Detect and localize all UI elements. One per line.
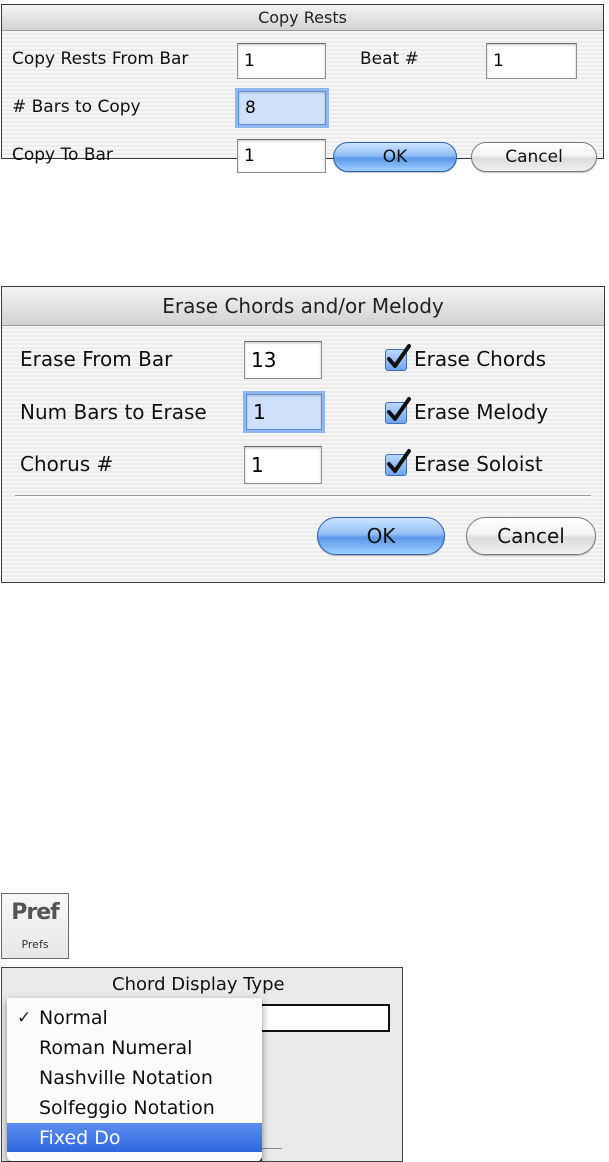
erase-chords-label[interactable]: Erase Chords: [414, 347, 546, 371]
beat-field[interactable]: 1: [486, 43, 577, 79]
menu-item-label: Solfeggio Notation: [39, 1096, 215, 1119]
chorus-label: Chorus #: [20, 452, 114, 476]
menu-item-roman-numeral[interactable]: Roman Numeral: [7, 1033, 262, 1062]
checkmark-icon: [387, 449, 411, 473]
erase-dialog: Erase Chords and/or Melody Erase From Ba…: [1, 286, 605, 583]
chord-display-panel: Chord Display Type ✓ Normal Roman Numera…: [1, 967, 403, 1162]
erase-soloist-checkbox[interactable]: [385, 449, 411, 476]
menu-item-label: Nashville Notation: [39, 1066, 213, 1089]
erase-soloist-label[interactable]: Erase Soloist: [414, 452, 543, 476]
erase-ok-button[interactable]: OK: [317, 517, 445, 555]
chord-display-title: Chord Display Type: [112, 974, 285, 995]
menu-item-label: Fixed Do: [39, 1126, 121, 1149]
background-field-fragment: [260, 1148, 282, 1161]
prefs-label: Prefs: [21, 938, 49, 951]
erase-from-bar-label: Erase From Bar: [20, 347, 173, 371]
menu-item-solfeggio-notation[interactable]: Solfeggio Notation: [7, 1093, 262, 1122]
erase-from-bar-field[interactable]: 13: [244, 341, 322, 379]
chord-display-select[interactable]: [242, 1004, 390, 1032]
copy-from-bar-label: Copy Rests From Bar: [12, 49, 189, 69]
copy-rests-dialog: Copy Rests Copy Rests From Bar 1 Beat # …: [1, 4, 604, 173]
erase-dialog-divider: [15, 495, 591, 497]
chord-display-menu: ✓ Normal Roman Numeral Nashville Notatio…: [7, 998, 262, 1161]
beat-label: Beat #: [360, 49, 419, 69]
bars-to-copy-label: # Bars to Copy: [12, 97, 141, 117]
menu-item-normal[interactable]: ✓ Normal: [7, 1003, 262, 1032]
erase-dialog-title: Erase Chords and/or Melody: [2, 287, 604, 326]
erase-melody-checkbox[interactable]: [385, 397, 411, 424]
copy-rests-title: Copy Rests: [2, 5, 603, 31]
num-bars-label: Num Bars to Erase: [20, 400, 207, 424]
num-bars-field[interactable]: 1: [246, 394, 322, 430]
chorus-field[interactable]: 1: [244, 446, 322, 484]
copy-from-bar-field[interactable]: 1: [237, 43, 326, 79]
copy-rests-cancel-button[interactable]: Cancel: [471, 142, 597, 172]
checkmark-icon: ✓: [17, 1007, 32, 1028]
copy-rests-ok-button[interactable]: OK: [333, 142, 457, 172]
copy-to-bar-field[interactable]: 1: [237, 139, 326, 173]
bars-to-copy-field[interactable]: 8: [238, 91, 326, 125]
checkmark-icon: [387, 344, 411, 368]
menu-item-fixed-do[interactable]: Fixed Do: [7, 1123, 262, 1152]
menu-item-nashville-notation[interactable]: Nashville Notation: [7, 1063, 262, 1092]
prefs-button[interactable]: Pref Prefs: [1, 893, 69, 959]
copy-to-bar-label: Copy To Bar: [12, 145, 113, 165]
menu-item-label: Roman Numeral: [39, 1036, 193, 1059]
erase-cancel-button[interactable]: Cancel: [466, 517, 596, 555]
erase-melody-label[interactable]: Erase Melody: [414, 400, 548, 424]
checkmark-icon: [387, 397, 411, 421]
erase-chords-checkbox[interactable]: [385, 344, 411, 371]
prefs-icon: Pref: [11, 900, 59, 925]
menu-item-label: Normal: [39, 1006, 108, 1029]
